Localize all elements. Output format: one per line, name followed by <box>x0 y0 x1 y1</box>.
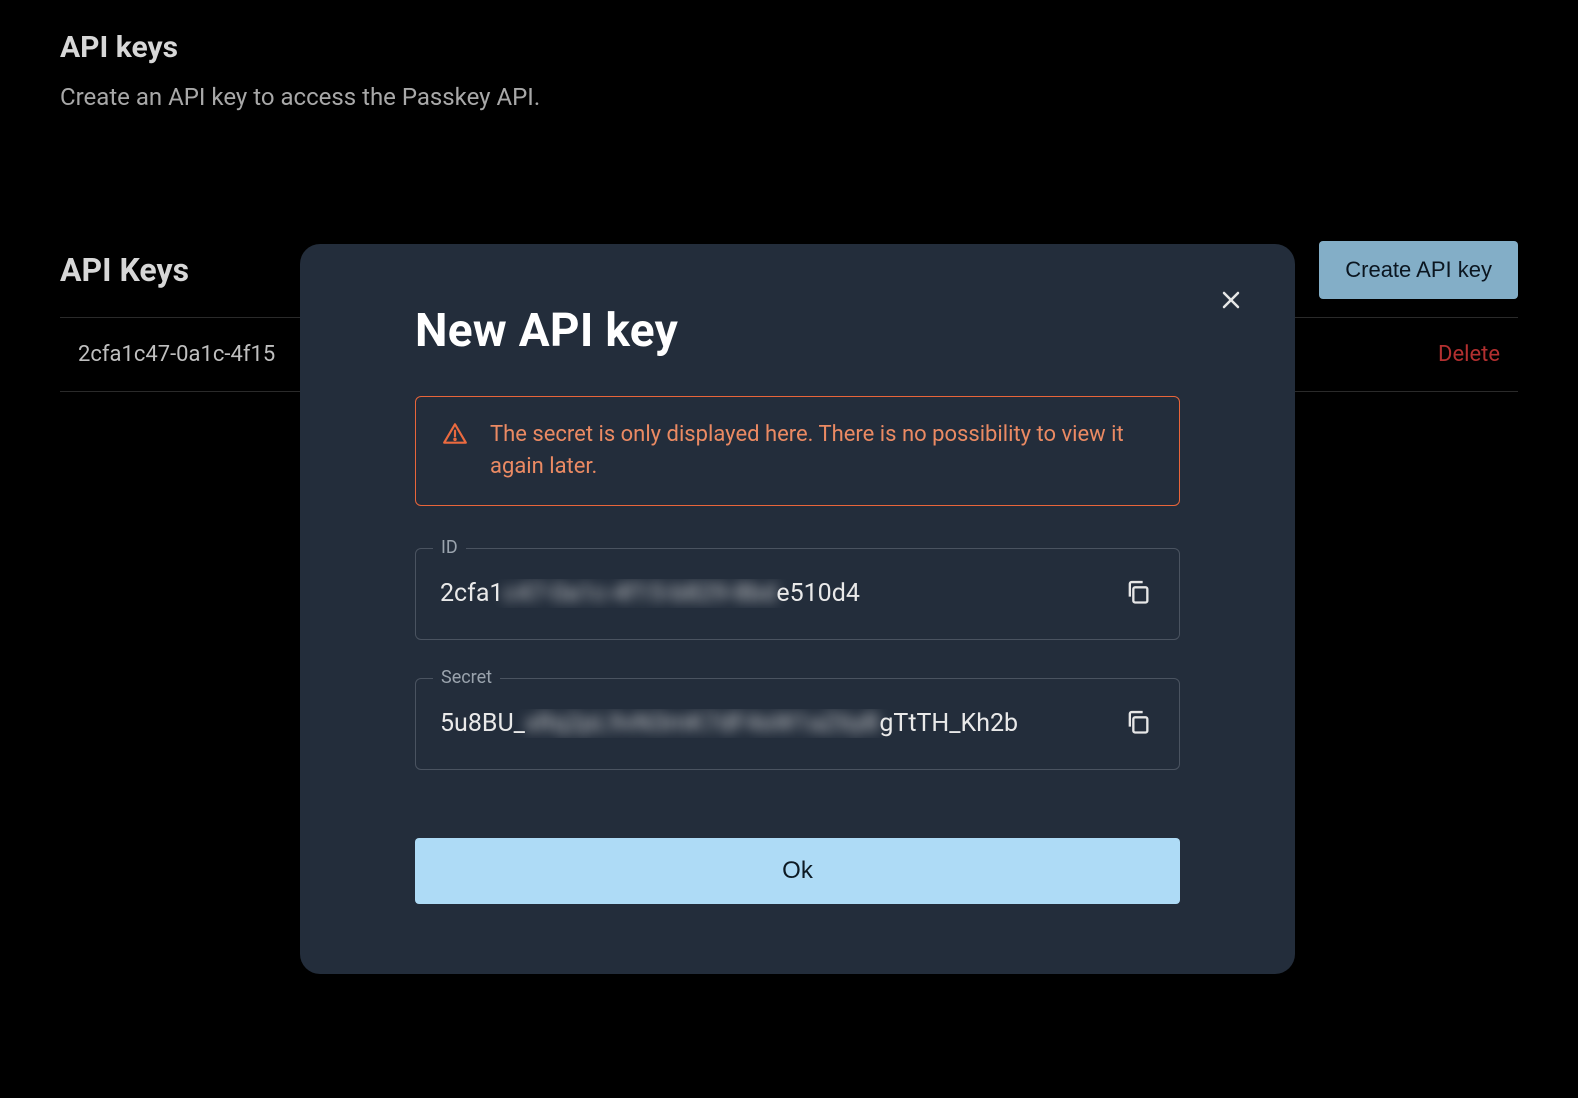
id-field-label: ID <box>433 537 466 558</box>
close-icon <box>1219 288 1243 316</box>
warning-triangle-icon <box>442 421 468 451</box>
id-redacted-segment: c47-0a1c-4f15-b829-8bd <box>503 579 776 608</box>
id-suffix: e510d4 <box>776 579 860 608</box>
ok-button[interactable]: Ok <box>415 838 1180 904</box>
secret-field-label: Secret <box>433 667 500 688</box>
copy-id-button[interactable] <box>1117 573 1159 615</box>
api-key-secret-value: 5u8BU_xRq2pL9vN3mK7dF4sW1aZ6yBgTtTH_Kh2b <box>440 709 1117 738</box>
copy-icon <box>1124 578 1152 609</box>
api-key-id-field: ID 2cfa1c47-0a1c-4f15-b829-8bde510d4 <box>415 548 1180 640</box>
new-api-key-modal: New API key The secret is only displayed… <box>300 244 1295 974</box>
modal-title: New API key <box>415 304 1180 358</box>
copy-icon <box>1124 708 1152 739</box>
secret-prefix: 5u8BU_ <box>440 709 525 738</box>
warning-text: The secret is only displayed here. There… <box>490 419 1153 483</box>
id-prefix: 2cfa1 <box>440 579 503 608</box>
close-button[interactable] <box>1211 282 1251 322</box>
api-key-id-value: 2cfa1c47-0a1c-4f15-b829-8bde510d4 <box>440 579 1117 608</box>
secret-redacted-segment: xRq2pL9vN3mK7dF4sW1aZ6yB <box>525 709 879 738</box>
copy-secret-button[interactable] <box>1117 703 1159 745</box>
secret-warning-banner: The secret is only displayed here. There… <box>415 396 1180 506</box>
modal-overlay: New API key The secret is only displayed… <box>0 0 1578 1098</box>
secret-suffix: gTtTH_Kh2b <box>879 709 1018 738</box>
api-key-secret-field: Secret 5u8BU_xRq2pL9vN3mK7dF4sW1aZ6yBgTt… <box>415 678 1180 770</box>
